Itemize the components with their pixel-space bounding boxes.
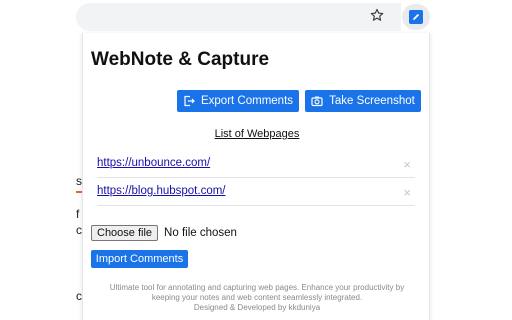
file-status: No file chosen xyxy=(164,227,237,239)
take-screenshot-label: Take Screenshot xyxy=(329,95,415,107)
export-icon xyxy=(183,95,195,107)
extension-button[interactable] xyxy=(402,4,430,30)
close-icon[interactable]: × xyxy=(403,158,411,171)
list-item: https://blog.hubspot.com/ × xyxy=(97,178,415,206)
background-text: f xyxy=(76,207,80,221)
popup-title: WebNote & Capture xyxy=(91,49,270,70)
choose-file-button[interactable]: Choose file xyxy=(91,225,159,241)
export-comments-label: Export Comments xyxy=(200,95,294,107)
take-screenshot-button[interactable]: Take Screenshot xyxy=(305,90,421,112)
footer-description: keeping your notes and web content seaml… xyxy=(151,293,363,302)
background-page-right xyxy=(432,33,512,320)
camera-icon xyxy=(311,95,323,107)
footer-description: Ultimate tool for annotating and capturi… xyxy=(109,283,405,292)
webpage-link[interactable]: https://unbounce.com/ xyxy=(97,157,210,169)
pencil-icon xyxy=(409,10,423,24)
star-icon[interactable] xyxy=(369,7,385,23)
close-icon[interactable]: × xyxy=(403,186,411,199)
browser-toolbar xyxy=(0,0,512,33)
file-input: Choose file No file chosen xyxy=(91,224,237,242)
webpage-link[interactable]: https://blog.hubspot.com/ xyxy=(97,185,226,197)
extension-popup: WebNote & Capture Export Comments Take S… xyxy=(82,33,430,320)
import-comments-button[interactable]: Import Comments xyxy=(91,250,188,268)
address-bar[interactable] xyxy=(76,3,401,31)
footer-credit: Designed & Developed by kkduniya xyxy=(193,303,321,312)
popup-footer: Ultimate tool for annotating and capturi… xyxy=(83,283,431,313)
export-comments-button[interactable]: Export Comments xyxy=(177,90,299,112)
list-item: https://unbounce.com/ × xyxy=(97,150,415,178)
background-page-left: s f c c xyxy=(0,33,82,320)
webpage-list-heading: List of Webpages xyxy=(214,128,300,140)
